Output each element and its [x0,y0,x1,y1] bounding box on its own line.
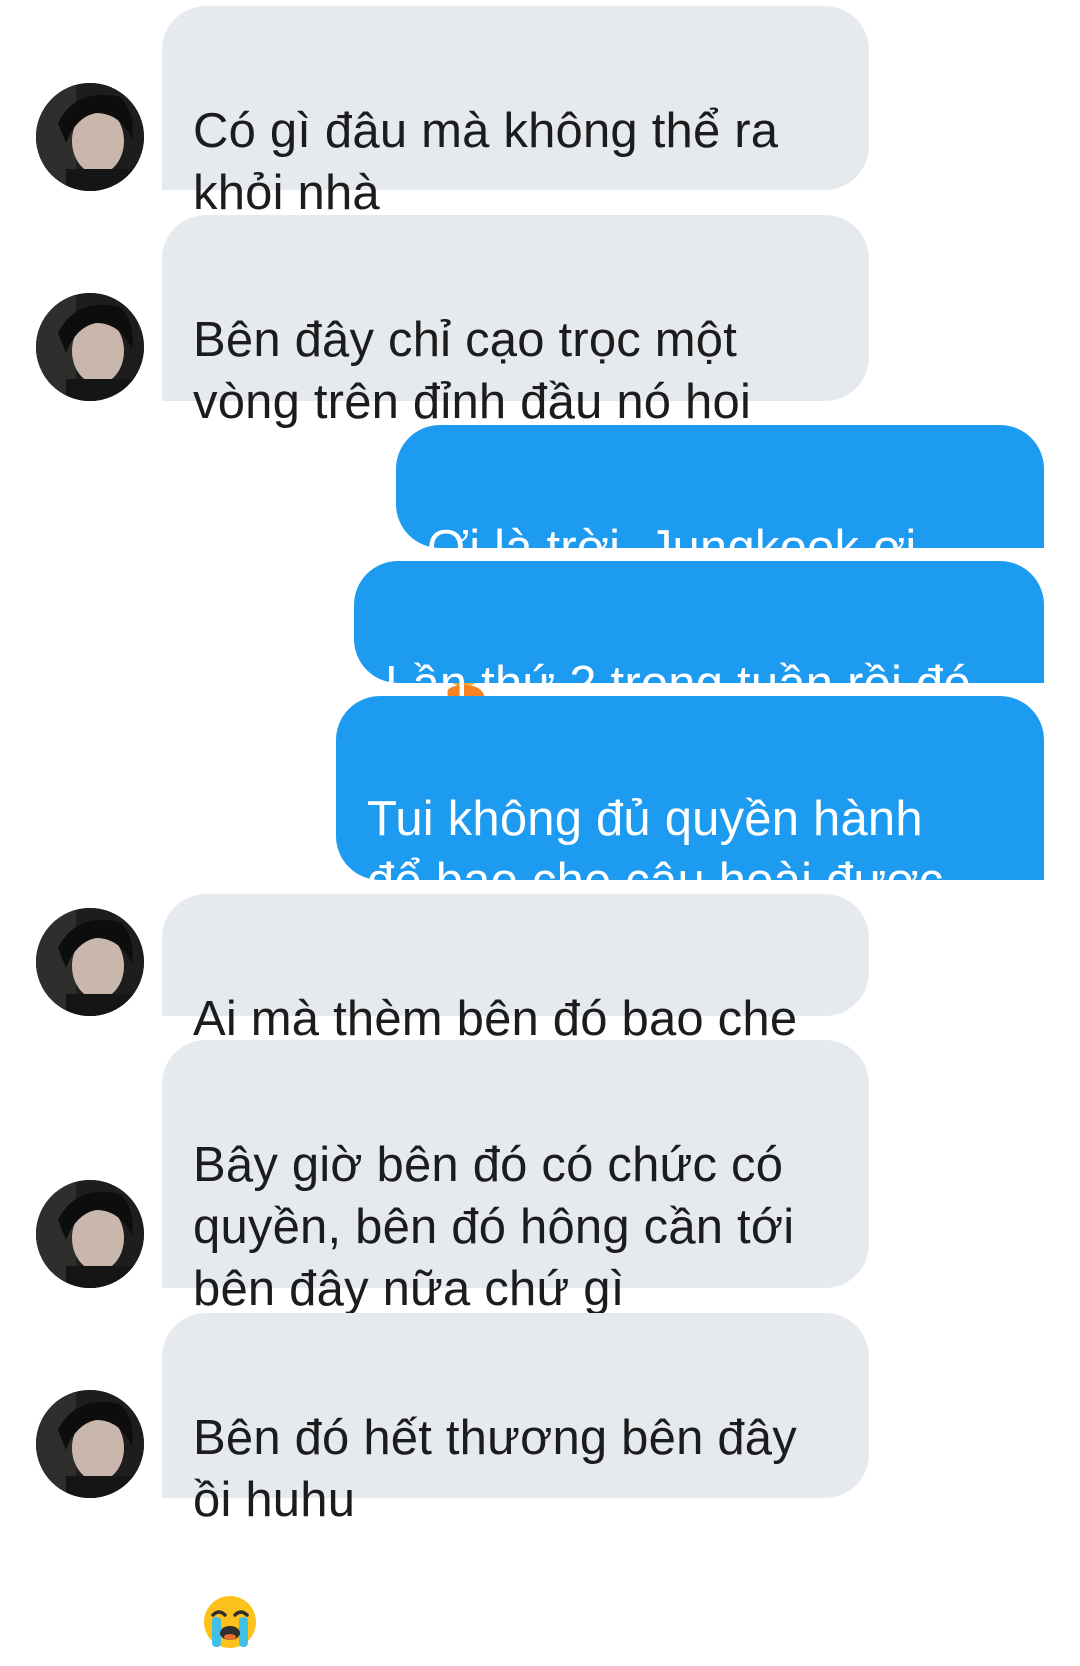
message-text: Tui không đủ quyền hành để bao che cậu h… [367,792,944,908]
contact-avatar-photo-icon [36,908,144,1016]
contact-avatar[interactable] [36,1390,144,1498]
message-bubble-incoming[interactable]: Bên đây chỉ cạo trọc một vòng trên đỉnh … [162,215,869,429]
contact-avatar[interactable] [36,908,144,1016]
contact-avatar-photo-icon [36,1390,144,1498]
contact-avatar[interactable] [36,83,144,191]
message-bubble-incoming[interactable]: Ai mà thèm bên đó bao che [162,894,869,1046]
message-bubble-outgoing[interactable]: Lần thứ 2 trong tuần rồi đó [354,561,1044,711]
contact-avatar-photo-icon [36,293,144,401]
message-bubble-outgoing[interactable]: Ơi là trời, Jungkook ơi [396,425,1044,699]
contact-avatar[interactable] [36,293,144,401]
message-text: Ai mà thèm bên đó bao che [193,992,798,1046]
message-text: Bây giờ bên đó có chức có quyền, bên đó … [193,1138,795,1316]
contact-avatar-photo-icon [36,83,144,191]
crying-face-emoji-icon [201,1531,259,1666]
message-text: Có gì đâu mà không thể ra khỏi nhà [193,104,779,220]
message-bubble-incoming[interactable]: Bên đó hết thương bên đây ồi huhu [162,1313,869,1648]
message-bubble-incoming[interactable]: Có gì đâu mà không thể ra khỏi nhà [162,6,869,220]
message-text: Bên đây chỉ cạo trọc một vòng trên đỉnh … [193,313,752,429]
message-bubble-outgoing[interactable]: Tui không đủ quyền hành để bao che cậu h… [336,696,1044,908]
message-bubble-incoming[interactable]: Bây giờ bên đó có chức có quyền, bên đó … [162,1040,869,1316]
message-text: Bên đó hết thương bên đây ồi huhu [193,1411,797,1527]
contact-avatar[interactable] [36,1180,144,1288]
contact-avatar-photo-icon [36,1180,144,1288]
